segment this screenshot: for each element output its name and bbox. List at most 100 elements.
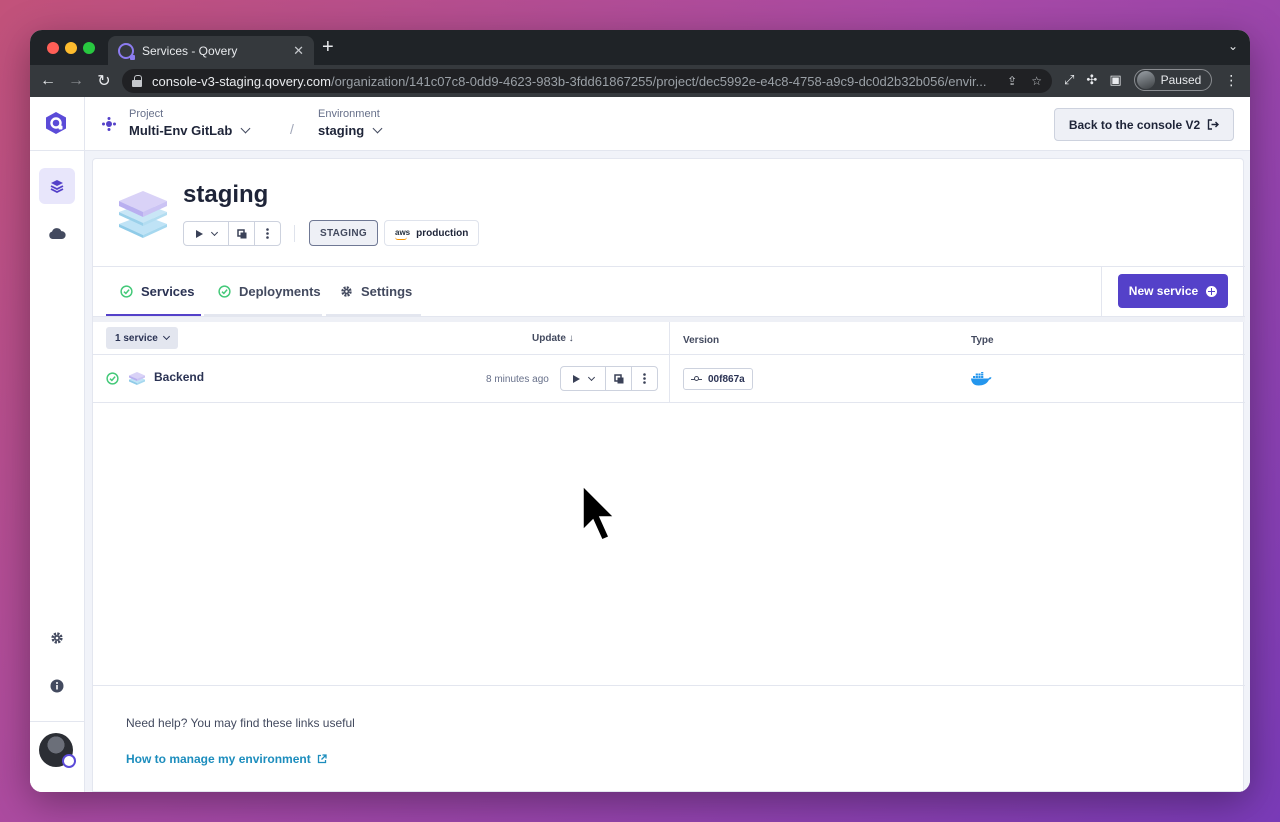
status-check-icon bbox=[106, 372, 119, 385]
cloud-icon bbox=[49, 228, 66, 239]
header-divider bbox=[294, 225, 295, 242]
commit-hash: 00f867a bbox=[708, 373, 745, 385]
tab-deployments-underline bbox=[204, 314, 322, 316]
forward-arrow-icon[interactable]: → bbox=[62, 72, 90, 90]
service-more-actions-button[interactable] bbox=[632, 367, 657, 390]
vertical-dots-icon bbox=[266, 228, 269, 239]
reload-icon[interactable]: ↻ bbox=[90, 71, 118, 91]
environment-mode-badge: STAGING bbox=[309, 220, 378, 246]
git-commit-icon bbox=[691, 375, 702, 383]
chevron-down-icon bbox=[587, 373, 595, 381]
user-avatar[interactable] bbox=[39, 733, 76, 768]
environment-tabs: Services Deployments Settings New servic… bbox=[93, 267, 1245, 317]
profile-avatar bbox=[1136, 71, 1155, 89]
service-name[interactable]: Backend bbox=[154, 370, 204, 384]
column-type: Type bbox=[971, 335, 994, 346]
share-icon[interactable]: ⇪ bbox=[1007, 74, 1017, 88]
tab-settings-label: Settings bbox=[361, 284, 413, 299]
info-icon bbox=[50, 679, 64, 693]
layers-icon bbox=[50, 180, 64, 193]
bookmark-star-icon[interactable]: ☆ bbox=[1031, 74, 1042, 88]
environment-label: Environment bbox=[318, 108, 380, 120]
commit-version-pill[interactable]: 00f867a bbox=[683, 368, 753, 390]
maximize-window-button[interactable] bbox=[83, 42, 95, 54]
qovery-logo-icon[interactable] bbox=[44, 111, 68, 135]
breadcrumb-separator: / bbox=[290, 121, 294, 137]
browser-tabstrip: Services - Qovery ✕ + ⌄ bbox=[30, 30, 1250, 65]
environment-actions-group bbox=[183, 221, 281, 246]
environment-stack-icon bbox=[119, 191, 167, 238]
cluster-badge[interactable]: aws production bbox=[384, 220, 480, 246]
address-bar[interactable]: console-v3-staging.qovery.com/organizati… bbox=[122, 69, 1052, 93]
sidebar-item-environments[interactable] bbox=[39, 168, 75, 204]
tab-search-chevron-icon[interactable]: ⌄ bbox=[1228, 39, 1238, 53]
project-label: Project bbox=[129, 108, 164, 120]
expand-icon[interactable]: ⤢ bbox=[1064, 72, 1074, 88]
organization-badge-icon bbox=[62, 754, 76, 768]
help-text: Need help? You may find these links usef… bbox=[126, 716, 355, 730]
new-tab-button[interactable]: + bbox=[322, 37, 334, 57]
sidebar-item-settings[interactable] bbox=[39, 620, 75, 656]
help-link-label: How to manage my environment bbox=[126, 752, 311, 766]
environment-panel: staging STAGING aws production Services … bbox=[92, 158, 1245, 792]
service-logs-button[interactable] bbox=[606, 367, 632, 390]
close-tab-icon[interactable]: ✕ bbox=[293, 43, 304, 59]
plus-circle-icon bbox=[1206, 285, 1218, 297]
project-selector[interactable]: Project Multi-Env GitLab bbox=[129, 108, 251, 138]
environment-name: staging bbox=[318, 123, 365, 138]
mouse-cursor-icon bbox=[582, 485, 616, 541]
chevron-down-icon bbox=[162, 332, 170, 341]
manage-environment-link[interactable]: How to manage my environment bbox=[126, 752, 327, 766]
new-service-area: New service bbox=[1101, 267, 1245, 316]
browser-menu-icon[interactable]: ⋮ bbox=[1224, 72, 1238, 89]
deploy-dropdown-button[interactable] bbox=[184, 222, 229, 245]
column-update-sort[interactable]: Update ↓ bbox=[532, 333, 574, 344]
browser-window: Services - Qovery ✕ + ⌄ ← → ↻ console-v3… bbox=[30, 30, 1250, 792]
environment-title: staging bbox=[183, 181, 269, 208]
service-actions-group bbox=[560, 366, 658, 391]
table-row[interactable]: Backend 8 minutes ago 00f867a bbox=[93, 355, 1245, 403]
aws-icon: aws bbox=[395, 228, 411, 240]
tab-services-underline bbox=[106, 314, 201, 316]
qovery-app: Project Multi-Env GitLab / Environment s… bbox=[30, 97, 1250, 792]
docker-icon bbox=[971, 372, 992, 386]
profile-status: Paused bbox=[1160, 73, 1202, 87]
browser-tab[interactable]: Services - Qovery ✕ bbox=[108, 36, 314, 65]
environment-selector[interactable]: Environment staging bbox=[318, 108, 383, 138]
url-text[interactable]: console-v3-staging.qovery.com/organizati… bbox=[152, 74, 999, 89]
tab-deployments[interactable]: Deployments bbox=[204, 267, 322, 316]
logs-button[interactable] bbox=[229, 222, 255, 245]
chevron-down-icon bbox=[372, 123, 383, 134]
more-actions-button[interactable] bbox=[255, 222, 280, 245]
services-table-header: 1 service Update ↓ Version Type bbox=[93, 322, 1245, 355]
vertical-dots-icon bbox=[643, 373, 646, 384]
tab-services[interactable]: Services bbox=[106, 267, 201, 316]
tab-services-label: Services bbox=[141, 284, 195, 299]
application-icon bbox=[129, 372, 145, 385]
browser-tab-title: Services - Qovery bbox=[142, 43, 238, 58]
scroll-logs-icon bbox=[236, 228, 246, 238]
sidebar-item-clusters[interactable] bbox=[39, 216, 75, 252]
sidebar-item-info[interactable] bbox=[39, 668, 75, 704]
profile-button[interactable]: Paused bbox=[1133, 69, 1213, 91]
service-updated: 8 minutes ago bbox=[486, 374, 549, 385]
play-icon bbox=[572, 374, 580, 383]
cluster-name: production bbox=[416, 227, 469, 239]
side-panel-icon[interactable]: ▣ bbox=[1109, 72, 1121, 88]
extensions-puzzle-icon[interactable]: ✣ bbox=[1086, 72, 1097, 88]
minimize-window-button[interactable] bbox=[65, 42, 77, 54]
back-to-console-v2-button[interactable]: Back to the console V2 bbox=[1054, 108, 1234, 141]
new-service-button[interactable]: New service bbox=[1118, 274, 1228, 308]
back-arrow-icon[interactable]: ← bbox=[34, 72, 62, 90]
tab-settings[interactable]: Settings bbox=[326, 267, 421, 316]
environment-header: staging STAGING aws production bbox=[93, 159, 1245, 267]
check-circle-icon bbox=[218, 285, 231, 298]
chevron-down-icon bbox=[240, 123, 251, 134]
close-window-button[interactable] bbox=[47, 42, 59, 54]
gear-icon bbox=[51, 632, 63, 644]
play-icon bbox=[195, 229, 203, 238]
service-deploy-dropdown-button[interactable] bbox=[561, 367, 606, 390]
service-count-filter[interactable]: 1 service bbox=[106, 327, 178, 349]
lock-icon[interactable] bbox=[132, 75, 142, 87]
scroll-logs-icon bbox=[613, 373, 623, 383]
